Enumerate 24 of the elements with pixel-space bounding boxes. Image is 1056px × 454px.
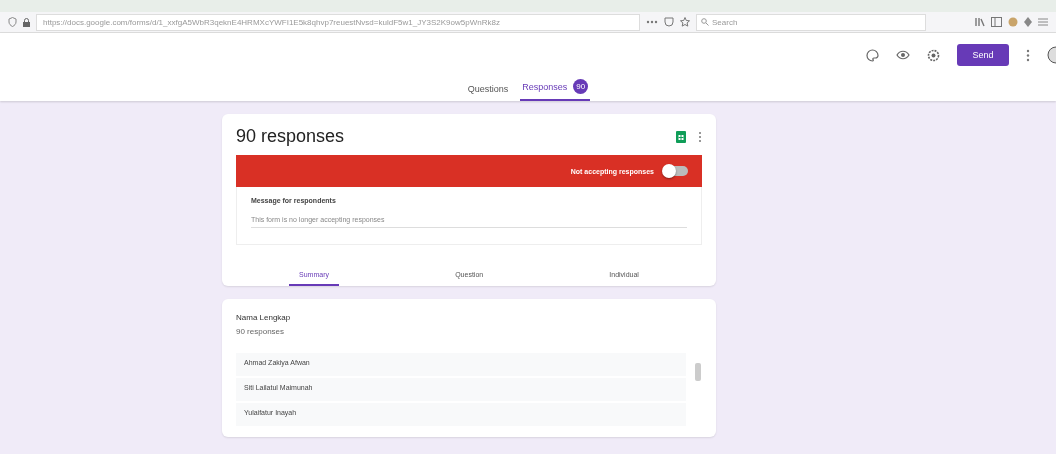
star-icon[interactable] (680, 17, 690, 27)
more-icon[interactable] (698, 130, 702, 143)
account-icon[interactable] (1047, 46, 1056, 64)
response-count: 90 responses (236, 327, 286, 336)
accepting-toggle[interactable] (664, 166, 688, 176)
response-count-title: 90 responses (236, 126, 346, 147)
question-title: Nama Lengkap (236, 313, 292, 322)
form-tab[interactable]: Questions (465, 84, 511, 101)
form-tab[interactable]: Responses 90 (520, 79, 591, 101)
lock-icon (23, 17, 30, 27)
search-icon (701, 18, 709, 26)
more-icon[interactable] (1026, 48, 1030, 62)
settings-icon[interactable] (927, 48, 940, 62)
palette-icon[interactable] (866, 48, 879, 62)
more-icon[interactable] (646, 20, 658, 24)
send-button[interactable]: Send (957, 44, 1009, 66)
eye-icon[interactable] (896, 50, 910, 60)
search-placeholder: Search (712, 17, 738, 27)
pocket-icon[interactable] (664, 17, 674, 27)
library-icon[interactable] (975, 17, 985, 27)
count-badge: 90 (573, 79, 589, 94)
sidebar-icon[interactable] (991, 17, 1002, 27)
spreadsheet-icon[interactable] (676, 130, 686, 143)
shield-icon (8, 17, 17, 27)
